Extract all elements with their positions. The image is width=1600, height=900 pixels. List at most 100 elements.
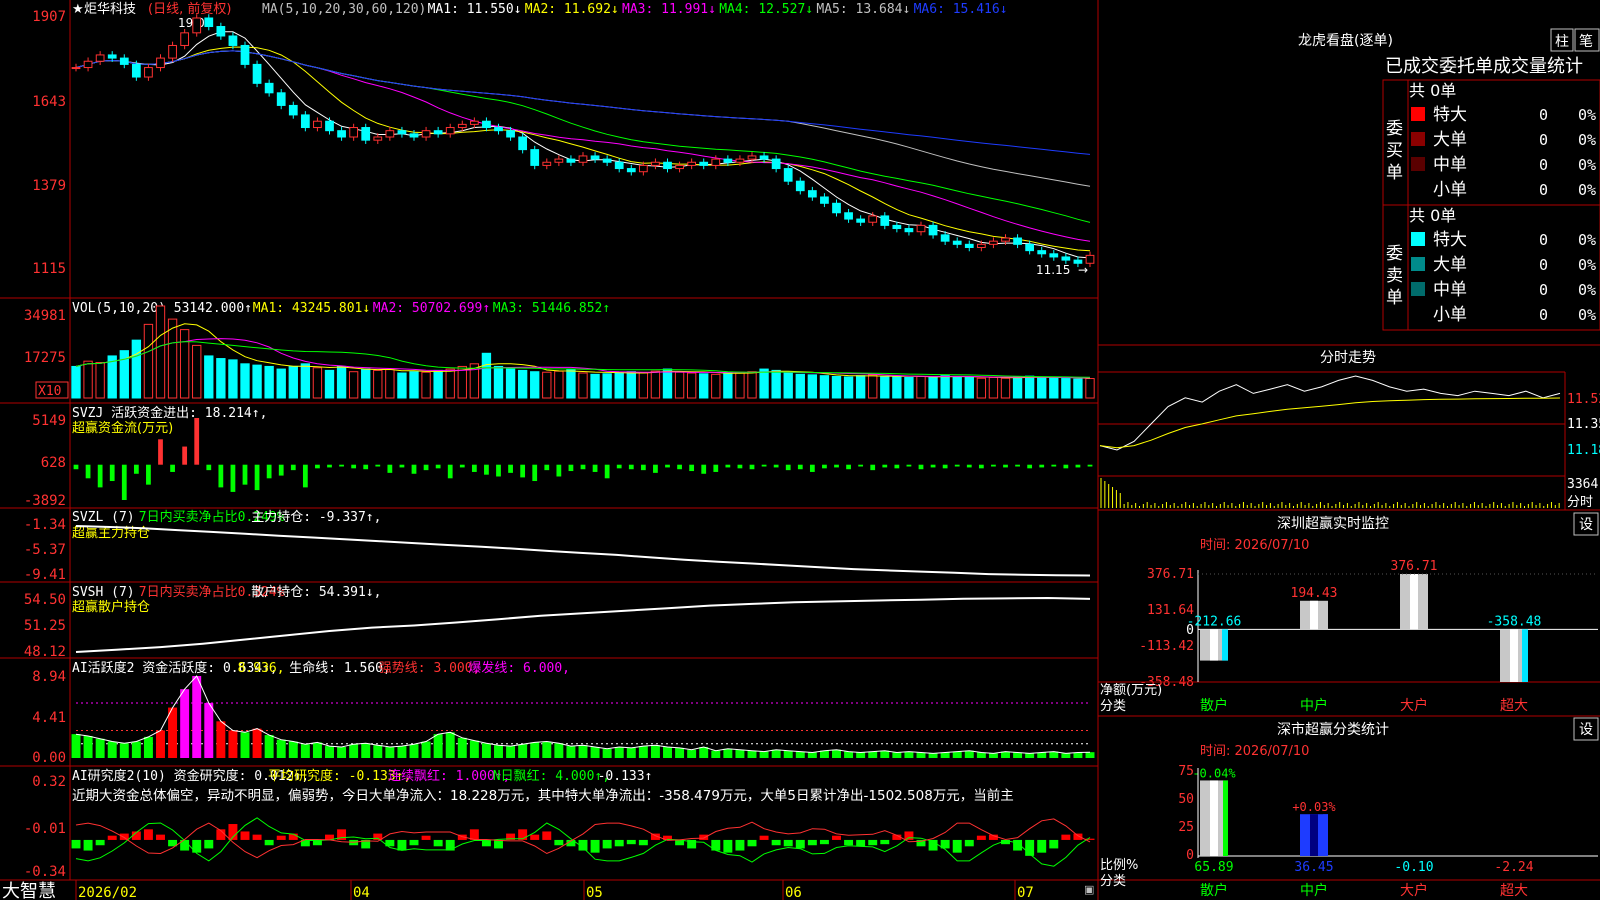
intraday-unit: 分时 (1567, 495, 1593, 510)
active-bar (83, 735, 93, 758)
classify-value-label: 36.45 (1294, 860, 1333, 875)
classify-plot: -0.04% 65.89 散户 +0.03% 36.45 中户 -0.10 大户 -2.24 超大 (1192, 766, 1598, 899)
research-bar (699, 834, 709, 840)
flow-bar (484, 464, 489, 475)
flow-bar (653, 464, 658, 473)
active-bar (928, 753, 938, 758)
research-bar (735, 839, 745, 851)
vol-bar (1037, 376, 1047, 399)
dragon-title: 龙虎看盘(逐单) (1298, 32, 1393, 49)
active-bar (1025, 753, 1035, 758)
classify-ylabel: 比例% (1100, 858, 1138, 873)
classify-set-button[interactable]: 设 (1579, 722, 1593, 738)
candle (204, 17, 214, 28)
tab-bi[interactable]: 笔 (1579, 34, 1593, 50)
vol-bar (976, 377, 987, 399)
monitor-bar-highlight (1310, 600, 1318, 630)
vol-bar (723, 372, 733, 399)
candle (409, 133, 419, 138)
active-bar (288, 741, 298, 758)
monitor-ytick: -113.42 (1139, 639, 1194, 654)
vol-bar (143, 323, 154, 399)
vol-bar (638, 372, 649, 399)
monitor-category: 大户 (1400, 697, 1428, 714)
flow-bar (544, 464, 550, 471)
candle (156, 57, 165, 69)
svzl-ytick: -9.41 (24, 567, 66, 583)
vol-bar (348, 371, 359, 399)
stock-name[interactable]: 炬华科技 (84, 2, 136, 17)
vol-bar (216, 358, 226, 399)
vol-bar (650, 370, 661, 399)
flow-bar (459, 464, 465, 468)
flow-bar (315, 464, 320, 469)
research-bar (494, 839, 503, 849)
candle (602, 158, 612, 163)
research-bar (844, 839, 854, 846)
date-label: 2026/02 (78, 885, 137, 900)
aia-ytick: 4.41 (32, 710, 66, 726)
order-row-value: 0 (1539, 256, 1548, 274)
vol-bar (1085, 378, 1095, 399)
vol-bar (505, 368, 516, 399)
order-row-value: 0 (1539, 156, 1548, 174)
active-bar (940, 752, 950, 758)
order-row-value: 0 (1539, 231, 1548, 249)
flow-bar (966, 464, 972, 468)
dragon-tiger-panel: 龙虎看盘(逐单) 柱 笔 已成交委托单成交量统计 共 0单委买单特大 0 0%大单 0… (1298, 28, 1600, 331)
flow-bar (834, 464, 839, 468)
ma-line (75, 46, 1091, 252)
active-bar (892, 752, 902, 758)
stock-star: ★ (72, 2, 84, 17)
vol-bar (819, 375, 830, 399)
candle (144, 67, 153, 78)
monitor-value-label: 194.43 (1291, 586, 1338, 601)
monitor-plot: -212.66 散户 194.43 中户 376.71 大户 -358.48 超大 (1187, 559, 1598, 714)
low-label: 11.15 (1036, 263, 1070, 277)
active-bar (638, 746, 648, 758)
research-bar (723, 839, 733, 853)
active-bar (107, 741, 117, 758)
active-bar (844, 751, 854, 758)
flow-bar (170, 464, 175, 472)
research-bar (614, 839, 624, 847)
active-bar (228, 730, 238, 758)
flow-bar (604, 464, 610, 479)
vol-bar (554, 370, 564, 399)
candle (735, 158, 745, 163)
header-segment: 散户持仓: 54.391↓, (251, 584, 381, 600)
research-bar (602, 839, 612, 849)
order-total: 共 0单 (1409, 206, 1456, 225)
header-segment: MA4: 12.527↓ (719, 2, 813, 17)
aia-ytick: 8.94 (32, 669, 66, 685)
vol-bar (831, 375, 842, 399)
candle (421, 130, 431, 138)
tab-zhu[interactable]: 柱 (1555, 34, 1569, 50)
monitor-set-button[interactable]: 设 (1579, 517, 1593, 533)
active-bar (457, 737, 467, 758)
active-bar (95, 738, 105, 758)
order-row-pct: 0% (1578, 156, 1596, 174)
order-total: 共 0单 (1409, 81, 1456, 100)
order-color-swatch (1411, 257, 1425, 271)
monitor-value-label: 376.71 (1391, 559, 1438, 574)
flow-bar (121, 464, 127, 500)
order-row-name: 大单 (1433, 255, 1467, 275)
lock-icon[interactable]: ▣ (1084, 883, 1094, 896)
candle (1001, 237, 1010, 242)
flow-bar (713, 464, 719, 472)
flow-bar (423, 464, 429, 471)
candle (252, 63, 262, 84)
header-segment: 强势线: 3.000, (379, 660, 481, 676)
monitor-time: 时间: 2026/07/10 (1200, 538, 1309, 553)
candle (542, 161, 552, 166)
ai-research-panel: AI研究度2(10) 资金研究度: 0.012↑,平均研究度: -0.133↑,… (24, 768, 1095, 880)
order-row-name: 中单 (1433, 155, 1467, 175)
candle (989, 240, 998, 245)
active-bar (264, 735, 274, 758)
header-segment: MA6: 15.416↓ (914, 2, 1008, 17)
flow-bar (496, 464, 501, 477)
active-bar (192, 676, 202, 758)
candle (313, 120, 322, 129)
price-panel: ★ 炬华科技 (日线, 前复权) MA(5,10,20,30,60,120) MA… (32, 1, 1095, 277)
